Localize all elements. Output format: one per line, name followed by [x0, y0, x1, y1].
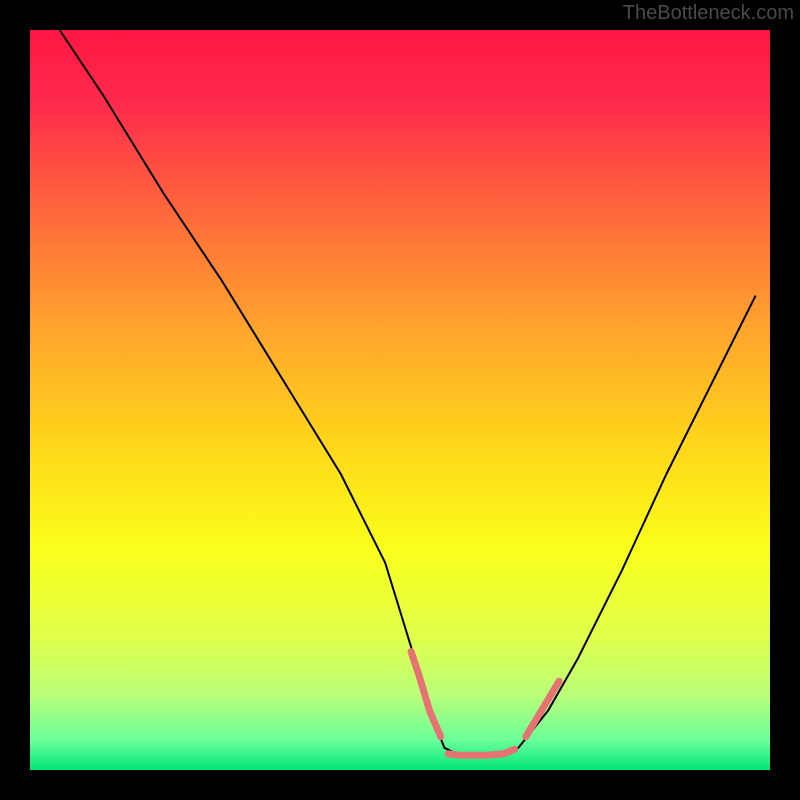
chart-plot-area: [30, 30, 770, 770]
gradient-background: [30, 30, 770, 770]
bottleneck-chart: [30, 30, 770, 770]
watermark-text: TheBottleneck.com: [623, 2, 794, 25]
